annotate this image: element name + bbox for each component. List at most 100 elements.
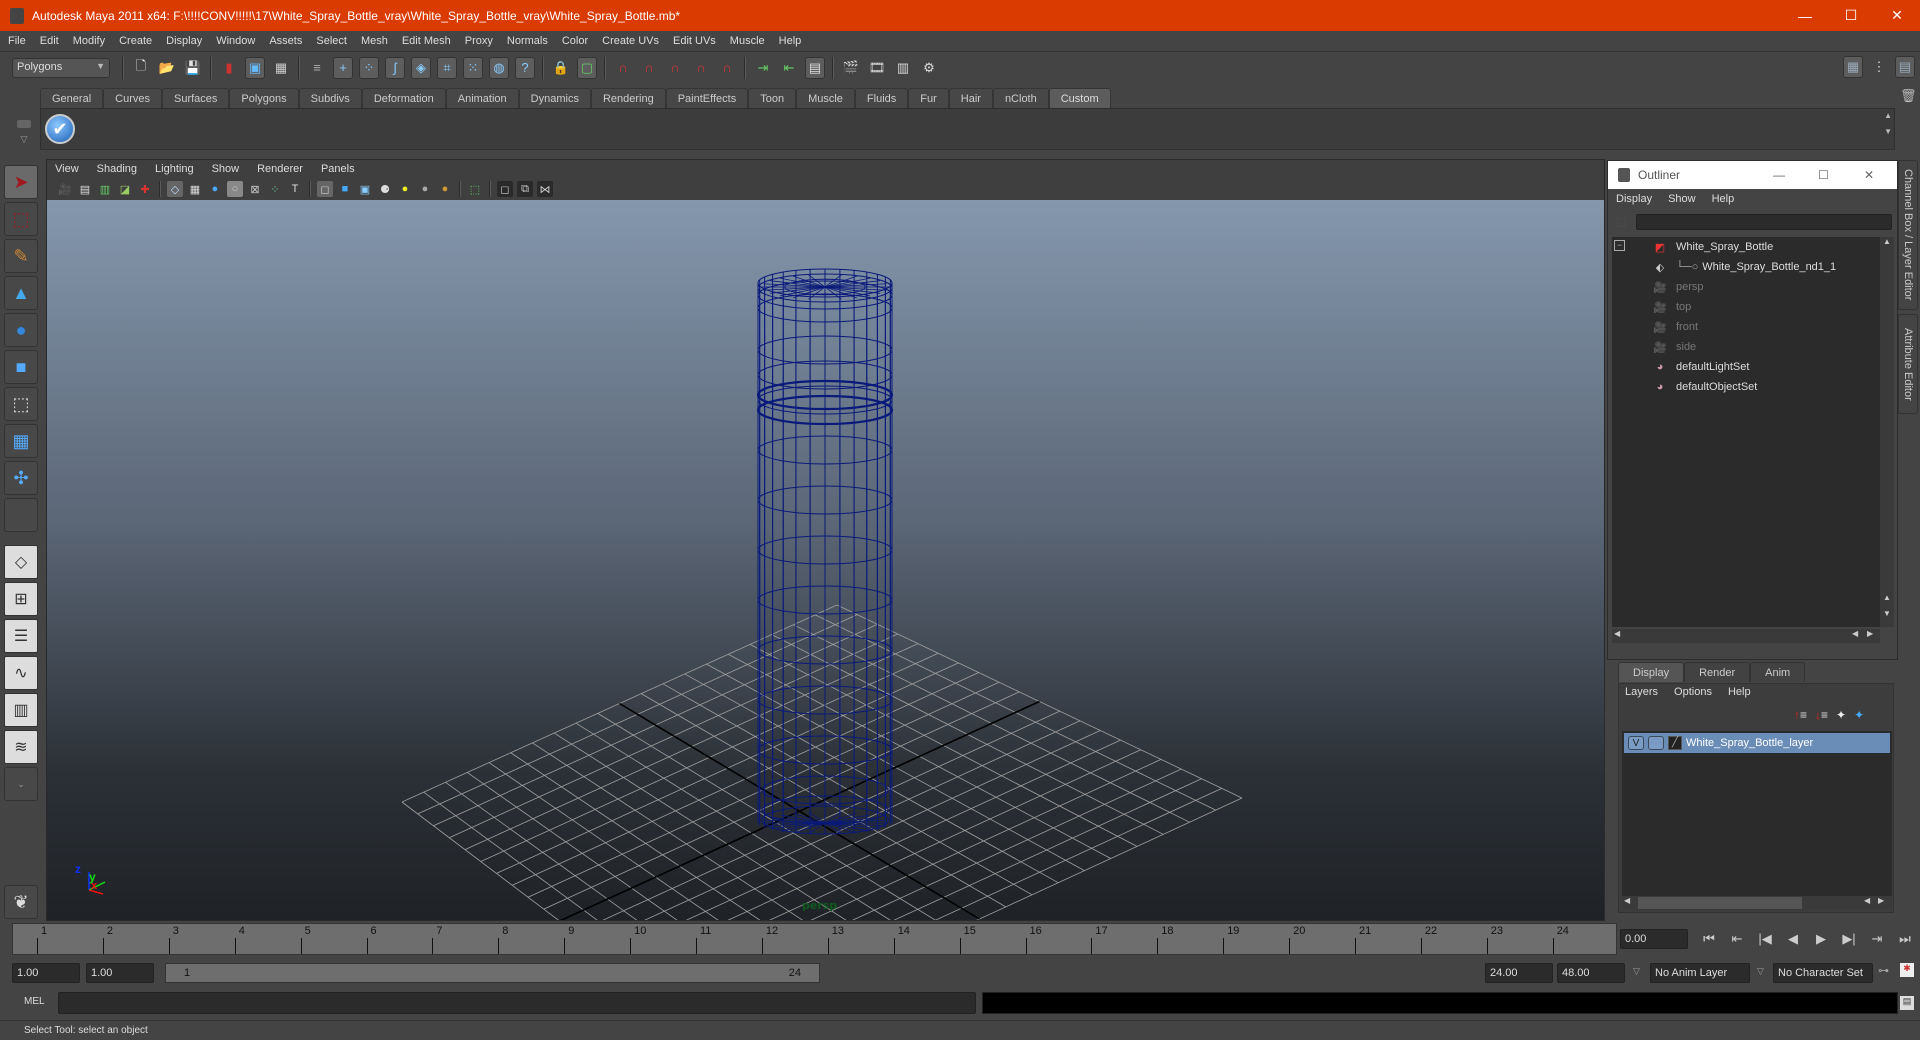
tab-painteffects[interactable]: PaintEffects	[665, 88, 749, 109]
scroll-up-icon[interactable]: ▲	[1880, 593, 1894, 602]
shelf-scroll-down-icon[interactable]: ▼	[1884, 127, 1892, 136]
isolate-select-icon[interactable]: ⬚	[467, 181, 483, 197]
menu-create-uvs[interactable]: Create UVs	[602, 35, 659, 47]
outliner-item[interactable]: ⬖ └─○ White_Spray_Bottle_nd1_1	[1652, 257, 1880, 277]
show-manipulator-icon[interactable]: ✣	[4, 461, 38, 495]
render-settings-icon[interactable]: ⚙	[919, 57, 939, 79]
move-layer-up-icon[interactable]: ↑≡	[1794, 708, 1807, 722]
xray-joints-icon[interactable]: ⧉	[517, 181, 533, 197]
tab-custom[interactable]: Custom	[1048, 88, 1111, 109]
move-layer-down-icon[interactable]: ↓≡	[1815, 708, 1828, 722]
outliner-horizontal-scrollbar[interactable]: ◀ ◀ ▶	[1612, 629, 1880, 643]
select-deformations-icon[interactable]: ⌗	[437, 56, 457, 79]
menu-set-selector[interactable]: Polygons ▼	[12, 57, 110, 78]
scroll-right-icon[interactable]: ▶	[1867, 629, 1873, 638]
outliner-item[interactable]: 🎥 front	[1652, 317, 1880, 337]
film-gate-icon[interactable]: ▦	[187, 181, 203, 197]
menu-mesh[interactable]: Mesh	[361, 35, 388, 47]
close-button[interactable]: ✕	[1874, 0, 1920, 31]
viewport-menu-show[interactable]: Show	[212, 163, 240, 175]
select-camera-icon[interactable]: 🎥	[57, 181, 73, 197]
new-scene-icon[interactable]: 🗋	[131, 57, 151, 79]
wireframe-on-shaded-icon[interactable]: ▣	[357, 181, 373, 197]
play-forwards-button[interactable]: ▶	[1807, 931, 1835, 947]
outliner-vertical-scrollbar[interactable]: ▲ ▲ ▼	[1880, 237, 1894, 627]
go-to-start-button[interactable]: ⏮	[1695, 931, 1723, 947]
shelf-menu[interactable]: ▽	[12, 108, 36, 150]
shelf-scroll-up-icon[interactable]: ▲	[1884, 111, 1892, 120]
step-forward-key-button[interactable]: ⇥	[1863, 931, 1891, 947]
lock-selection-icon[interactable]: 🔒	[551, 57, 571, 79]
output-ops-icon[interactable]: ⇤	[779, 57, 799, 79]
tab-deformation[interactable]: Deformation	[361, 88, 446, 109]
tab-ncloth[interactable]: nCloth	[992, 88, 1049, 109]
layer-menu-layers[interactable]: Layers	[1625, 686, 1658, 698]
render-view-icon[interactable]: 🎬	[841, 57, 861, 79]
scroll-thumb[interactable]	[1638, 897, 1802, 909]
menu-muscle[interactable]: Muscle	[730, 35, 765, 47]
layout-single-perspective-icon[interactable]: ◇	[4, 545, 38, 579]
lasso-tool-icon[interactable]: ⬚	[4, 202, 38, 236]
current-frame-field[interactable]: 0.00	[1620, 929, 1688, 949]
make-live-icon[interactable]: ∩	[717, 57, 737, 79]
highlight-selection-icon[interactable]: ▢	[577, 56, 597, 79]
viewport-menu-renderer[interactable]: Renderer	[257, 163, 303, 175]
script-editor-icon[interactable]: ▤	[1900, 996, 1914, 1010]
outliner-menu-show[interactable]: Show	[1668, 193, 1696, 205]
outliner-item[interactable]: 🎥 top	[1652, 297, 1880, 317]
scroll-up-icon[interactable]: ▲	[1880, 237, 1894, 246]
command-language-label[interactable]: MEL	[24, 996, 45, 1007]
tab-fur[interactable]: Fur	[908, 88, 949, 109]
menu-create[interactable]: Create	[119, 35, 152, 47]
scroll-left-icon[interactable]: ◀	[1852, 629, 1858, 638]
input-ops-icon[interactable]: ⇥	[753, 57, 773, 79]
menu-window[interactable]: Window	[216, 35, 255, 47]
chevron-down-icon[interactable]: ▽	[1633, 966, 1640, 977]
layer-type-toggle[interactable]	[1648, 736, 1664, 750]
render-current-icon[interactable]: 🎞	[867, 57, 887, 79]
xray-components-icon[interactable]: ⋈	[537, 181, 553, 197]
playback-start-field[interactable]: 1.00	[86, 963, 154, 983]
snap-point-icon[interactable]: ∩	[665, 57, 685, 79]
layout-persp-graph-icon[interactable]: ∿	[4, 656, 38, 690]
animation-start-field[interactable]: 1.00	[12, 963, 80, 983]
shadows-icon[interactable]: ●	[417, 181, 433, 197]
playback-end-field[interactable]: 24.00	[1485, 963, 1553, 983]
tab-subdivs[interactable]: Subdivs	[298, 88, 362, 109]
two-d-pan-zoom-icon[interactable]: ✚	[137, 181, 153, 197]
scroll-left-icon[interactable]: ◀	[1864, 896, 1870, 905]
scroll-left-icon[interactable]: ◀	[1614, 629, 1620, 638]
paint-select-tool-icon[interactable]: ✎	[4, 239, 38, 273]
shelf-options-icon[interactable]	[17, 120, 31, 128]
select-handles-icon[interactable]: +	[333, 56, 353, 79]
wireframe-shading-icon[interactable]: ◻	[317, 181, 333, 197]
scroll-down-icon[interactable]: ▼	[1880, 609, 1894, 618]
ipr-render-icon[interactable]: ▥	[893, 57, 913, 79]
snap-grid-icon[interactable]: ∩	[613, 57, 633, 79]
tab-curves[interactable]: Curves	[103, 88, 162, 109]
viewport-menu-lighting[interactable]: Lighting	[155, 163, 194, 175]
tab-render-layers[interactable]: Render	[1684, 662, 1751, 682]
universal-manipulator-icon[interactable]: ⬚	[4, 387, 38, 421]
chevron-down-icon[interactable]: ▽	[12, 134, 36, 145]
select-curves-icon[interactable]: ∫	[385, 56, 405, 79]
tab-toon[interactable]: Toon	[748, 88, 797, 109]
last-tool-slot[interactable]	[4, 498, 38, 532]
step-forward-frame-button[interactable]: ▶|	[1835, 931, 1863, 947]
filter-icon[interactable]: ≡	[307, 57, 327, 79]
tab-surfaces[interactable]: Surfaces	[161, 88, 230, 109]
menu-modify[interactable]: Modify	[73, 35, 105, 47]
create-layer-from-selected-icon[interactable]: ✦	[1854, 708, 1864, 722]
range-slider[interactable]: 1 24	[165, 963, 820, 983]
tab-general[interactable]: General	[40, 88, 104, 109]
menu-help[interactable]: Help	[779, 35, 802, 47]
menu-edit-mesh[interactable]: Edit Mesh	[402, 35, 451, 47]
select-hierarchy-icon[interactable]: ▮	[219, 57, 239, 79]
shelf-trash-icon[interactable]: 🗑	[1900, 88, 1917, 104]
tab-channel-box-layer-editor[interactable]: Channel Box / Layer Editor	[1898, 160, 1918, 310]
layout-more-icon[interactable]: ⌄	[4, 767, 38, 801]
menu-proxy[interactable]: Proxy	[465, 35, 493, 47]
outliner-minimize-button[interactable]: —	[1773, 168, 1785, 182]
select-dynamics-icon[interactable]: ⁙	[463, 56, 483, 79]
viewport-menu-panels[interactable]: Panels	[321, 163, 355, 175]
